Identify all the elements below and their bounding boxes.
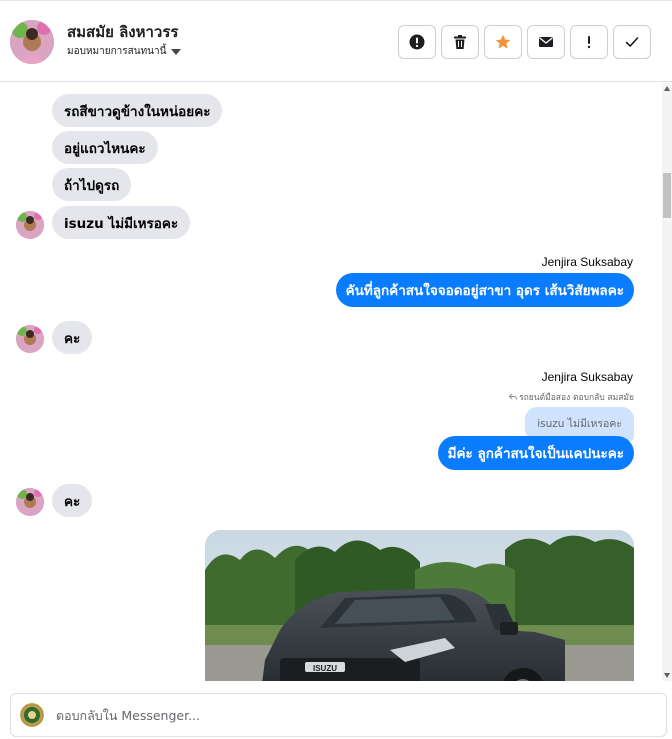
incoming-message[interactable]: คะ — [52, 321, 93, 354]
svg-text:ISUZU: ISUZU — [313, 664, 337, 673]
scrollbar-thumb[interactable] — [663, 173, 671, 218]
reply-input[interactable] — [56, 707, 636, 723]
conversation-actions — [398, 25, 651, 59]
thread-scrollbar[interactable] — [662, 83, 672, 681]
trash-icon — [454, 35, 466, 49]
contact-avatar-small — [16, 211, 44, 239]
star-button[interactable] — [484, 25, 522, 59]
incoming-message[interactable]: isuzu ไม่มีเหรอคะ — [52, 206, 191, 239]
reply-note-text: รถยนต์มือสอง ตอบกลับ สมสมัย — [519, 393, 634, 403]
contact-avatar[interactable] — [10, 20, 54, 64]
incoming-message[interactable]: ถ้าไปดูรถ — [52, 168, 132, 201]
mark-spam-button[interactable] — [398, 25, 436, 59]
contact-name[interactable]: สมสมัย ลิงหาวรร — [67, 20, 178, 44]
assign-label: มอบหมายการสนทนานี้ — [67, 46, 167, 57]
caret-down-icon — [171, 48, 182, 55]
contact-avatar-small — [16, 325, 44, 353]
message-thread[interactable]: รถสีขาวดูข้างในหน่อยคะ อยู่แถวไหนคะ ถ้าไ… — [0, 83, 662, 681]
page-avatar — [20, 703, 44, 727]
message-text: isuzu ไม่มีเหรอคะ — [64, 215, 179, 232]
scroll-up-arrow-icon[interactable] — [664, 86, 670, 91]
mark-unread-button[interactable] — [527, 25, 565, 59]
outgoing-message[interactable]: คันที่ลูกค้าสนใจจอดอยู่สาขา อุดร เส้นวิส… — [335, 273, 634, 307]
reply-note: รถยนต์มือสอง ตอบกลับ สมสมัย — [509, 390, 634, 404]
conversation-header: สมสมัย ลิงหาวรร มอบหมายการสนทนานี้ — [0, 0, 672, 82]
mark-done-button[interactable] — [613, 25, 651, 59]
star-icon — [495, 34, 511, 49]
reply-arrow-icon — [509, 393, 518, 400]
scroll-down-arrow-icon[interactable] — [664, 673, 670, 678]
sender-name: Jenjira Suksabay — [541, 255, 633, 269]
assign-conversation-dropdown[interactable]: มอบหมายการสนทนานี้ — [67, 44, 182, 59]
checkmark-icon — [625, 37, 639, 47]
exclamation-icon — [587, 36, 591, 49]
reply-composer — [10, 693, 667, 737]
incoming-message[interactable]: รถสีขาวดูข้างในหน่อยคะ — [52, 94, 223, 127]
incoming-message[interactable]: อยู่แถวไหนคะ — [52, 131, 158, 164]
contact-avatar-small — [16, 488, 44, 516]
image-attachment[interactable]: ISUZU — [205, 530, 634, 681]
incoming-message[interactable]: คะ — [52, 484, 93, 517]
delete-button[interactable] — [441, 25, 479, 59]
exclamation-circle-icon — [409, 34, 425, 50]
envelope-icon — [539, 37, 553, 47]
outgoing-message[interactable]: มีค่ะ ลูกค้าสนใจเป็นแคปนะคะ — [437, 436, 634, 470]
pickup-truck-photo: ISUZU — [205, 530, 634, 681]
follow-up-button[interactable] — [570, 25, 608, 59]
sender-name: Jenjira Suksabay — [541, 370, 633, 384]
